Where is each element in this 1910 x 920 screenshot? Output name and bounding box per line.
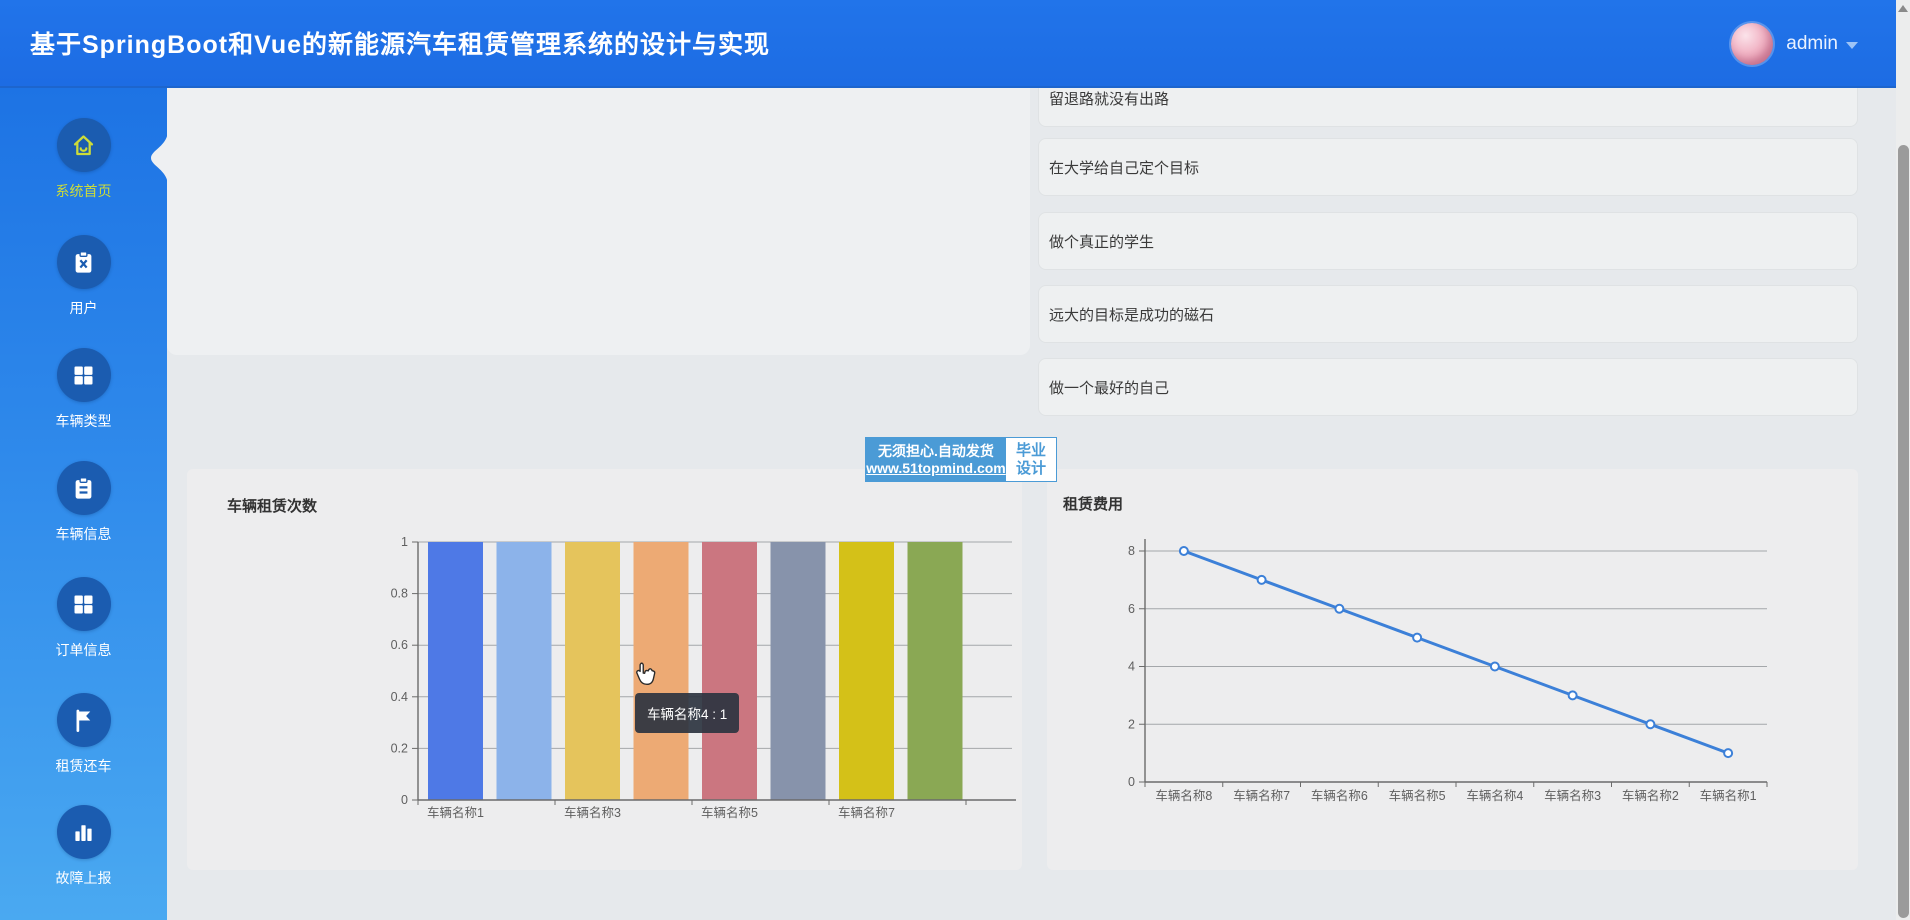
home-icon xyxy=(57,118,111,172)
svg-text:车辆名称2: 车辆名称2 xyxy=(1622,788,1679,803)
sidebar-nav: 系统首页 用户 车辆类型 车辆信息 订单信息 租赁还车 故障上报 xyxy=(0,88,167,920)
svg-text:0: 0 xyxy=(401,793,408,807)
svg-text:2: 2 xyxy=(1128,717,1135,731)
sidebar-item-label: 用户 xyxy=(70,298,98,318)
watermark-text: 无须担心.自动发货 www.51topmind.com xyxy=(866,438,1006,481)
flag-icon xyxy=(57,693,111,747)
svg-text:车辆名称7: 车辆名称7 xyxy=(838,805,895,820)
bar-chart-icon xyxy=(57,805,111,859)
sidebar-item-label: 车辆类型 xyxy=(56,411,112,431)
list-item-text: 做一个最好的自己 xyxy=(1049,377,1169,398)
bar-chart-canvas[interactable]: 0 0.2 0.4 0.6 0.8 1 车辆名称1 车辆名称3 车辆名称5 车辆名称7 xyxy=(187,469,1022,870)
scrollbar-thumb[interactable] xyxy=(1898,145,1909,918)
chart-tooltip: 车辆名称4 : 1 xyxy=(635,693,739,733)
sidebar-item-vehicle-info[interactable]: 车辆信息 xyxy=(0,461,167,544)
page-title: 基于SpringBoot和Vue的新能源汽车租赁管理系统的设计与实现 xyxy=(30,25,770,61)
scroll-up-arrow[interactable] xyxy=(1898,5,1908,12)
sidebar-item-users[interactable]: 用户 xyxy=(0,235,167,318)
svg-text:车辆名称7: 车辆名称7 xyxy=(1233,788,1290,803)
avatar[interactable] xyxy=(1731,23,1773,65)
scrollbar-track[interactable] xyxy=(1896,0,1910,920)
user-dropdown[interactable]: admin xyxy=(1731,0,1858,88)
svg-text:车辆名称8: 车辆名称8 xyxy=(1155,788,1212,803)
svg-text:0.4: 0.4 xyxy=(391,690,408,704)
list-item[interactable]: 做一个最好的自己 xyxy=(1038,358,1858,416)
sidebar-item-order-info[interactable]: 订单信息 xyxy=(0,577,167,660)
chevron-down-icon xyxy=(1846,42,1858,49)
svg-text:车辆名称1: 车辆名称1 xyxy=(427,805,484,820)
svg-text:车辆名称5: 车辆名称5 xyxy=(701,805,758,820)
svg-text:8: 8 xyxy=(1128,544,1135,558)
bar-chart-card: 车辆租赁次数 0 0.2 0.4 0.6 0.8 1 车辆名称1 车辆名称3 车辆名称5 车辆名称… xyxy=(187,469,1022,870)
list-item-text: 在大学给自己定个目标 xyxy=(1049,157,1199,178)
content-panel xyxy=(167,88,1030,355)
svg-text:0.2: 0.2 xyxy=(391,741,408,755)
svg-text:6: 6 xyxy=(1128,602,1135,616)
watermark-ad[interactable]: 无须担心.自动发货 www.51topmind.com 毕业 设计 xyxy=(865,437,1057,482)
svg-text:4: 4 xyxy=(1128,660,1135,674)
list-item[interactable]: 做个真正的学生 xyxy=(1038,212,1858,270)
list-item-text: 远大的目标是成功的磁石 xyxy=(1049,304,1214,325)
badge-line2: 设计 xyxy=(1016,460,1046,478)
watermark-line1: 无须担心.自动发货 xyxy=(878,443,994,460)
list-item[interactable]: 在大学给自己定个目标 xyxy=(1038,138,1858,196)
sidebar-item-label: 系统首页 xyxy=(56,181,112,201)
sidebar-item-vehicle-type[interactable]: 车辆类型 xyxy=(0,348,167,431)
watermark-link[interactable]: www.51topmind.com xyxy=(866,460,1006,477)
svg-text:车辆名称1: 车辆名称1 xyxy=(1700,788,1757,803)
line-chart-card: 租赁费用 0 2 4 6 8 车辆名称8 车辆名称7 车辆名称6 车辆名称5 车辆名称4 车辆名称3… xyxy=(1047,469,1858,870)
grid-icon xyxy=(57,577,111,631)
svg-text:车辆名称6: 车辆名称6 xyxy=(1311,788,1368,803)
hand-cursor xyxy=(630,660,660,690)
sidebar-item-fault-report[interactable]: 故障上报 xyxy=(0,805,167,888)
list-item[interactable]: 远大的目标是成功的磁石 xyxy=(1038,285,1858,343)
sidebar-item-label: 故障上报 xyxy=(56,868,112,888)
list-item-text: 做个真正的学生 xyxy=(1049,231,1154,252)
list-item-text: 留退路就没有出路 xyxy=(1049,88,1169,109)
svg-text:0.8: 0.8 xyxy=(391,587,408,601)
svg-text:车辆名称5: 车辆名称5 xyxy=(1389,788,1446,803)
clipboard-x-icon xyxy=(57,235,111,289)
sidebar-item-rental-return[interactable]: 租赁还车 xyxy=(0,693,167,776)
app-header: 基于SpringBoot和Vue的新能源汽车租赁管理系统的设计与实现 admin xyxy=(0,0,1910,88)
clipboard-lines-icon xyxy=(57,461,111,515)
svg-text:0: 0 xyxy=(1128,775,1135,789)
svg-text:1: 1 xyxy=(401,535,408,549)
line-chart-canvas[interactable]: 0 2 4 6 8 车辆名称8 车辆名称7 车辆名称6 车辆名称5 车辆名称4 车辆名称3 车辆名称2… xyxy=(1047,469,1858,870)
username-label: admin xyxy=(1786,33,1838,55)
bar-chart-title: 车辆租赁次数 xyxy=(227,495,317,516)
watermark-badge: 毕业 设计 xyxy=(1006,438,1056,481)
line-chart-title: 租赁费用 xyxy=(1063,493,1123,514)
svg-text:0.6: 0.6 xyxy=(391,638,408,652)
grid-icon xyxy=(57,348,111,402)
badge-line1: 毕业 xyxy=(1016,442,1046,460)
svg-text:车辆名称3: 车辆名称3 xyxy=(1544,788,1601,803)
svg-text:车辆名称3: 车辆名称3 xyxy=(564,805,621,820)
active-item-notch xyxy=(146,130,168,186)
sidebar-item-label: 订单信息 xyxy=(56,640,112,660)
sidebar-item-label: 租赁还车 xyxy=(56,756,112,776)
svg-text:车辆名称4: 车辆名称4 xyxy=(1466,788,1523,803)
sidebar-item-label: 车辆信息 xyxy=(56,524,112,544)
sidebar-item-home[interactable]: 系统首页 xyxy=(0,118,167,201)
